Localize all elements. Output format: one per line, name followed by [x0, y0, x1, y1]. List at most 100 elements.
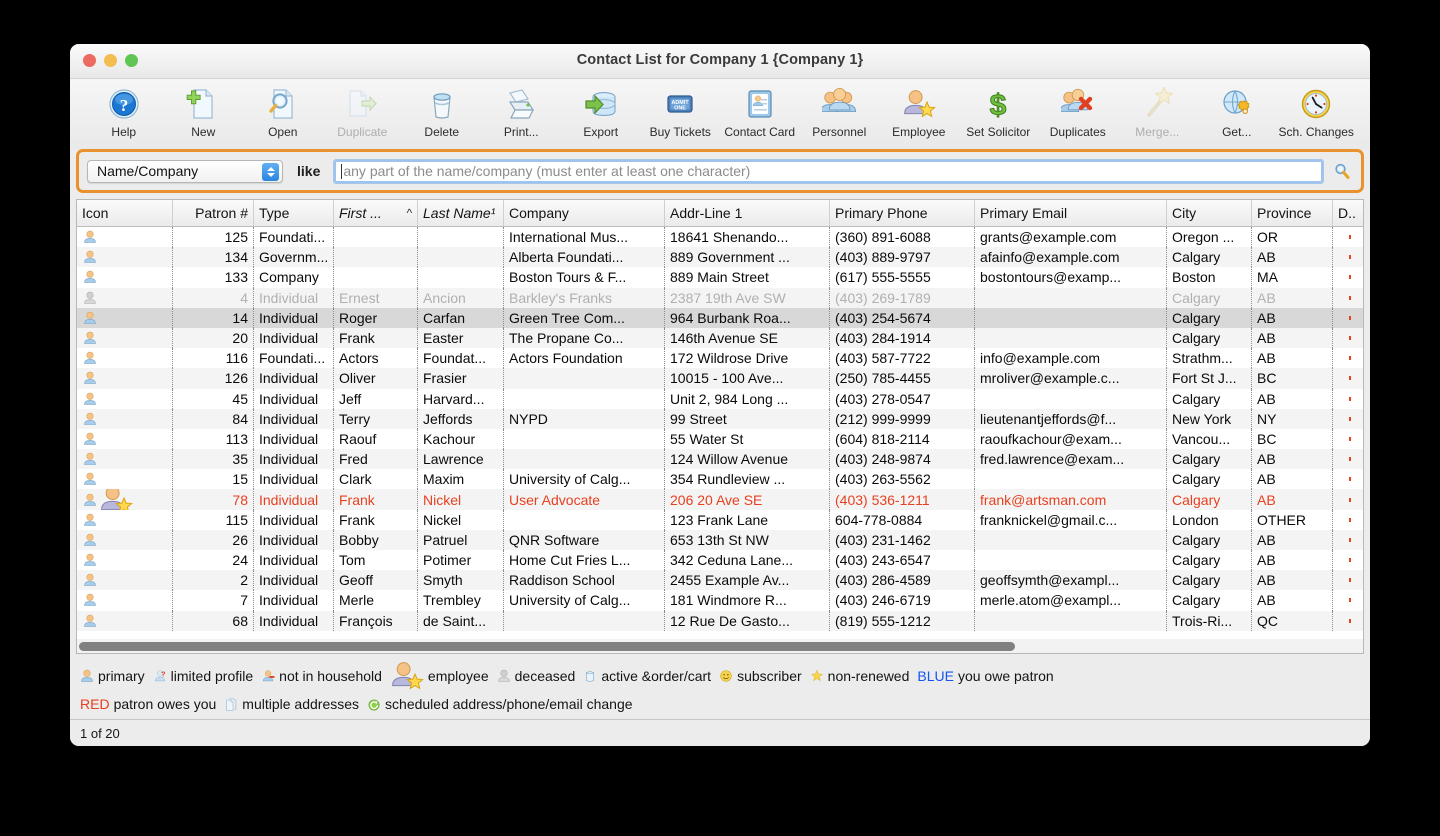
table-row[interactable]: 7 Individual Merle Trembley University of Ca… — [77, 590, 1363, 611]
toolbar: ? Help New Open Duplicate Delete Print... Expor… — [70, 79, 1370, 149]
column-header-last[interactable]: Last Name¹ — [418, 200, 504, 226]
primary-person-icon — [83, 452, 97, 466]
cell-d-marker — [1333, 449, 1363, 469]
svg-text:?: ? — [120, 96, 129, 115]
table-row[interactable]: 26 Individual Bobby Patruel QNR Software 653 … — [77, 529, 1363, 550]
table-row[interactable]: 20 Individual Frank Easter The Propane Co...… — [77, 327, 1363, 349]
toolbar-button-employee[interactable]: Employee — [879, 82, 959, 139]
legend-item: RED patron owes you — [80, 694, 216, 715]
toolbar-button-set-solicitor[interactable]: $ Set Solicitor — [959, 82, 1039, 140]
toolbar-button-label: Employee — [892, 125, 946, 139]
cell-type: Individual — [254, 529, 334, 550]
cell-addr: 889 Government ... — [665, 247, 830, 268]
cell-type: Individual — [254, 509, 334, 530]
cell-company — [504, 388, 665, 409]
legend-item-label: deceased — [514, 667, 576, 684]
magnifier-icon[interactable] — [1333, 162, 1351, 180]
chevron-updown-icon[interactable] — [262, 162, 279, 181]
toolbar-button-export[interactable]: Export — [561, 82, 641, 139]
column-header-phone[interactable]: Primary Phone — [830, 200, 975, 226]
cell-city: Oregon ... — [1167, 227, 1252, 248]
table-row[interactable]: 45 Individual Jeff Harvard... Unit 2, 984 Lo… — [77, 388, 1363, 409]
cell-addr: Unit 2, 984 Long ... — [665, 388, 830, 409]
toolbar-button-open[interactable]: Open — [243, 82, 323, 139]
column-header-icon[interactable]: Icon — [77, 200, 173, 226]
cell-patron: 113 — [173, 428, 254, 450]
toolbar-button-get[interactable]: Get... — [1197, 82, 1277, 139]
toolbar-button-help[interactable]: ? Help — [84, 82, 164, 139]
cell-type: Individual — [254, 388, 334, 409]
table-row[interactable]: 125 Foundati... International Mus... 18641 … — [77, 227, 1363, 248]
table-row[interactable]: 4 Individual Ernest Ancion Barkley's Franks 2… — [77, 287, 1363, 308]
primary-person-icon — [83, 270, 97, 284]
toolbar-button-buy-tickets[interactable]: ADMIT ONE Buy Tickets — [641, 82, 721, 139]
cell-first: Actors — [334, 348, 418, 369]
table-row[interactable]: 14 Individual Roger Carfan Green Tree Com...… — [77, 307, 1363, 328]
cell-company: International Mus... — [504, 227, 665, 248]
toolbar-button-delete[interactable]: Delete — [402, 82, 482, 139]
clock-icon — [1299, 84, 1333, 124]
employee-star-icon — [902, 84, 936, 124]
table-row[interactable]: 15 Individual Clark Maxim University of Calg… — [77, 469, 1363, 490]
primary-person-icon — [83, 573, 97, 587]
toolbar-button-contact-card[interactable]: Contact Card — [720, 82, 800, 139]
cell-phone: (212) 999-9999 — [830, 408, 975, 429]
cell-last: Carfan — [418, 307, 504, 328]
search-field-selector[interactable]: Name/Company — [87, 159, 283, 183]
table-row[interactable]: 84 Individual Terry Jeffords NYPD 99 Street (2… — [77, 408, 1363, 429]
table-row[interactable]: 68 Individual François de Saint... 12 Rue De… — [77, 610, 1363, 631]
toolbar-button-new[interactable]: New — [164, 82, 244, 139]
cell-city: Calgary — [1167, 489, 1252, 510]
deceased-person-icon — [83, 291, 97, 305]
sort-ascending-icon: ^ — [406, 206, 412, 220]
search-input[interactable]: any part of the name/company (must enter… — [333, 158, 1324, 184]
table-row[interactable]: 78 Individual Frank Nickel User Advocate 206 … — [77, 489, 1363, 510]
cell-type: Individual — [254, 307, 334, 328]
legend-item: deceased — [497, 666, 576, 687]
cell-company: Green Tree Com... — [504, 307, 665, 328]
limited-profile-icon: ? — [153, 669, 167, 683]
horizontal-scrollbar-thumb[interactable] — [79, 641, 1015, 651]
column-header-email[interactable]: Primary Email — [975, 200, 1167, 226]
cell-city: Calgary — [1167, 550, 1252, 571]
red-dot-marker — [1349, 396, 1351, 401]
column-header-d[interactable]: D.. — [1333, 200, 1363, 226]
cell-d-marker — [1333, 368, 1363, 388]
cell-d-marker — [1333, 328, 1363, 348]
table-row[interactable]: 134 Governm... Alberta Foundati... 889 Gove… — [77, 247, 1363, 268]
toolbar-button-personnel[interactable]: Personnel — [800, 82, 880, 139]
table-row[interactable]: 2 Individual Geoff Smyth Raddison School 2455… — [77, 570, 1363, 591]
cell-email — [975, 287, 1167, 308]
table-row[interactable]: 35 Individual Fred Lawrence 124 Willow Avenu… — [77, 449, 1363, 470]
column-header-label: Icon — [82, 205, 109, 221]
cell-last: Frasier — [418, 368, 504, 389]
horizontal-scrollbar[interactable] — [76, 639, 1364, 655]
column-header-type[interactable]: Type — [254, 200, 334, 226]
column-header-city[interactable]: City — [1167, 200, 1252, 226]
primary-person-icon — [83, 432, 97, 446]
toolbar-button-duplicates[interactable]: Duplicates — [1038, 82, 1118, 139]
column-header-first[interactable]: First ... ^ — [334, 200, 418, 226]
column-header-addr[interactable]: Addr-Line 1 — [665, 200, 830, 226]
table-row[interactable]: 116 Foundati... Actors Foundat... Actors Fou… — [77, 348, 1363, 369]
red-dot-marker — [1349, 537, 1351, 542]
printer-icon — [504, 84, 538, 124]
table-row[interactable]: 115 Individual Frank Nickel 123 Frank Lane 60… — [77, 509, 1363, 530]
cell-company: University of Calg... — [504, 590, 665, 611]
cell-type: Individual — [254, 610, 334, 631]
cell-city: Strathm... — [1167, 348, 1252, 369]
table-row[interactable]: 126 Individual Oliver Frasier 10015 - 100 Av… — [77, 368, 1363, 389]
column-header-patron[interactable]: Patron # — [173, 200, 254, 226]
cell-company — [504, 449, 665, 470]
table-row[interactable]: 113 Individual Raouf Kachour 55 Water St (604… — [77, 428, 1363, 450]
toolbar-button-sch-changes[interactable]: Sch. Changes — [1277, 82, 1357, 139]
column-header-province[interactable]: Province — [1252, 200, 1333, 226]
primary-person-icon — [83, 493, 97, 507]
column-header-company[interactable]: Company — [504, 200, 665, 226]
toolbar-button-print[interactable]: Print... — [482, 82, 562, 139]
table-row[interactable]: 133 Company Boston Tours & F... 889 Main St… — [77, 267, 1363, 288]
cell-first: Frank — [334, 327, 418, 349]
cell-icon — [77, 469, 173, 490]
table-row[interactable]: 24 Individual Tom Potimer Home Cut Fries L..… — [77, 550, 1363, 571]
cell-email: geoffsymth@exampl... — [975, 570, 1167, 591]
